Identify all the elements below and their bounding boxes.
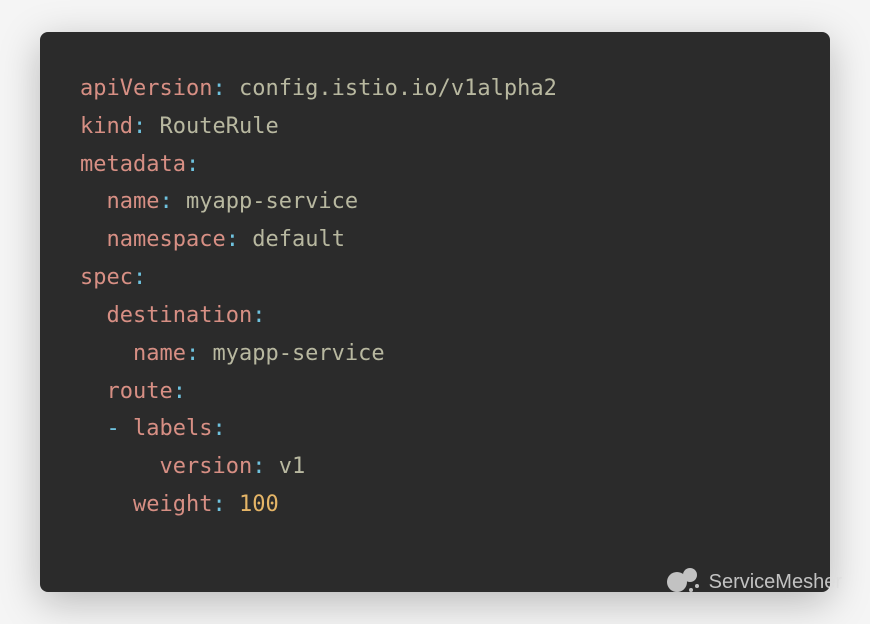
code-line: destination:	[80, 297, 790, 335]
code-line: weight: 100	[80, 486, 790, 524]
code-line: - labels:	[80, 410, 790, 448]
code-line: spec:	[80, 259, 790, 297]
watermark: ServiceMesher	[667, 568, 842, 596]
code-line: namespace: default	[80, 221, 790, 259]
code-line: version: v1	[80, 448, 790, 486]
code-line: apiVersion: config.istio.io/v1alpha2	[80, 70, 790, 108]
code-line: name: myapp-service	[80, 183, 790, 221]
watermark-text: ServiceMesher	[709, 571, 842, 594]
code-line: metadata:	[80, 146, 790, 184]
code-line: route:	[80, 373, 790, 411]
yaml-code-block: apiVersion: config.istio.io/v1alpha2kind…	[40, 32, 830, 592]
code-line: kind: RouteRule	[80, 108, 790, 146]
wechat-icon	[667, 568, 701, 596]
code-line: name: myapp-service	[80, 335, 790, 373]
